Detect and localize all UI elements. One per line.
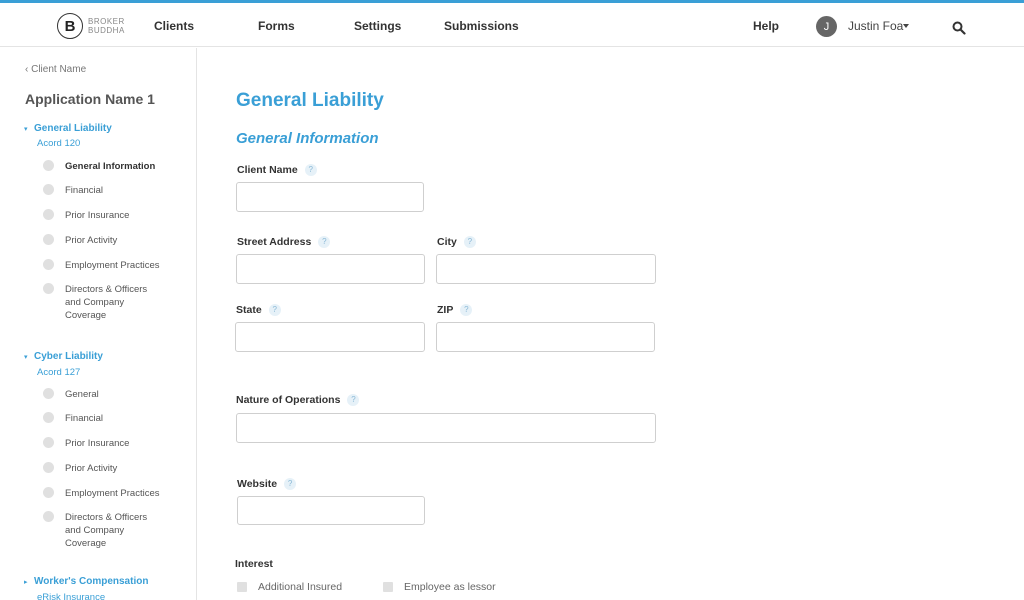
state-label: State ? <box>236 304 281 316</box>
step-status-icon <box>43 209 54 220</box>
step-status-icon <box>43 511 54 522</box>
nav-settings[interactable]: Settings <box>354 19 401 33</box>
sidebar-section-workers-compensation[interactable]: ▸ Worker's Compensation <box>24 576 148 587</box>
sidebar-step[interactable]: Prior Insurance <box>43 209 165 222</box>
checkbox[interactable] <box>237 582 247 592</box>
step-label: Directors & Officers and Company Coverag… <box>65 512 148 549</box>
sidebar-step[interactable]: Financial <box>43 412 165 425</box>
back-link-label: Client Name <box>31 64 87 75</box>
step-label: Prior Activity <box>65 463 118 474</box>
help-icon[interactable]: ? <box>347 394 360 406</box>
nav-help[interactable]: Help <box>753 19 779 33</box>
sidebar-step[interactable]: Prior Activity <box>43 462 165 475</box>
zip-field[interactable] <box>436 322 655 352</box>
nav-submissions[interactable]: Submissions <box>444 19 519 33</box>
section-form-code: Acord 120 <box>37 138 81 149</box>
brand-logo-text: BROKER BUDDHA <box>88 17 125 35</box>
checkbox-label: Additional Insured <box>258 581 343 593</box>
step-label: Prior Activity <box>65 235 118 246</box>
help-icon[interactable]: ? <box>304 164 317 176</box>
sidebar-step[interactable]: Directors & Officers and Company Coverag… <box>43 283 165 322</box>
step-status-icon <box>43 259 54 270</box>
chevron-down-icon[interactable] <box>903 24 909 28</box>
section-form-code: eRisk Insurance <box>37 592 106 600</box>
interest-employee-as-lessor[interactable]: Employee as lessor <box>383 581 496 593</box>
help-icon[interactable]: ? <box>268 304 281 316</box>
nav-clients[interactable]: Clients <box>154 19 194 33</box>
sidebar-step[interactable]: Employment Practices <box>43 259 165 272</box>
sidebar-section-general-liability[interactable]: ▾ General Liability <box>24 123 112 134</box>
collapse-icon: ▾ <box>24 353 28 361</box>
help-icon[interactable]: ? <box>318 236 331 248</box>
sidebar: ‹ Client Name Application Name 1 ▾ Gener… <box>0 48 197 600</box>
state-field[interactable] <box>235 322 425 352</box>
user-name[interactable]: Justin Foa <box>848 19 903 33</box>
zip-label: ZIP ? <box>437 304 473 316</box>
step-label: Financial <box>65 185 104 196</box>
step-label: Directors & Officers and Company Coverag… <box>65 284 148 321</box>
step-label: General <box>65 389 99 400</box>
help-icon[interactable]: ? <box>284 478 297 490</box>
brand-logo-mark: B <box>57 13 83 39</box>
search-icon[interactable] <box>952 21 966 35</box>
step-label: General Information <box>65 161 156 172</box>
help-icon[interactable]: ? <box>460 304 473 316</box>
step-status-icon <box>43 388 54 399</box>
section-title-label: Cyber Liability <box>34 351 103 362</box>
city-label: City ? <box>437 236 476 248</box>
step-status-icon <box>43 184 54 195</box>
step-status-icon <box>43 437 54 448</box>
checkbox[interactable] <box>383 582 393 592</box>
step-status-icon <box>43 283 54 294</box>
back-link[interactable]: ‹ Client Name <box>25 64 86 75</box>
client-name-label: Client Name ? <box>237 164 317 176</box>
website-field[interactable] <box>237 496 425 525</box>
nature-of-operations-field[interactable] <box>236 413 656 443</box>
help-icon[interactable]: ? <box>463 236 476 248</box>
application-name: Application Name 1 <box>25 91 155 107</box>
street-address-field[interactable] <box>236 254 425 284</box>
sidebar-step[interactable]: Directors & Officers and Company Coverag… <box>43 511 165 550</box>
interest-label: Interest <box>235 558 273 570</box>
city-field[interactable] <box>436 254 656 284</box>
nature-of-operations-label: Nature of Operations ? <box>236 394 360 406</box>
website-label: Website ? <box>237 478 297 490</box>
sidebar-step[interactable]: Financial <box>43 184 165 197</box>
client-name-field[interactable] <box>236 182 424 212</box>
section-title-label: General Liability <box>34 123 112 134</box>
section-title-label: Worker's Compensation <box>34 576 149 587</box>
checkbox-label: Employee as lessor <box>404 581 496 593</box>
avatar[interactable]: J <box>816 16 837 37</box>
step-label: Prior Insurance <box>65 438 130 449</box>
step-status-icon <box>43 412 54 423</box>
street-address-label: Street Address ? <box>237 236 331 248</box>
step-label: Prior Insurance <box>65 210 130 221</box>
sidebar-step[interactable]: General Information <box>43 160 165 173</box>
page-title: General Liability <box>236 90 384 111</box>
sidebar-step[interactable]: Prior Activity <box>43 234 165 247</box>
sidebar-section-cyber-liability[interactable]: ▾ Cyber Liability <box>24 351 103 362</box>
interest-additional-insured[interactable]: Additional Insured <box>237 581 342 593</box>
collapse-icon: ▾ <box>24 125 28 133</box>
step-label: Employment Practices <box>65 488 160 499</box>
step-label: Employment Practices <box>65 260 160 271</box>
step-status-icon <box>43 234 54 245</box>
sidebar-step[interactable]: Prior Insurance <box>43 437 165 450</box>
brand-logo[interactable]: B BROKER BUDDHA <box>57 13 125 39</box>
nav-forms[interactable]: Forms <box>258 19 295 33</box>
expand-icon: ▸ <box>24 578 28 586</box>
sidebar-step[interactable]: Employment Practices <box>43 487 165 500</box>
section-form-code: Acord 127 <box>37 367 81 378</box>
step-status-icon <box>43 462 54 473</box>
top-navigation: B BROKER BUDDHA Clients Forms Settings S… <box>0 3 1024 47</box>
section-heading: General Information <box>236 130 379 147</box>
step-status-icon <box>43 487 54 498</box>
sidebar-step[interactable]: General <box>43 388 165 401</box>
step-label: Financial <box>65 413 104 424</box>
step-status-icon <box>43 160 54 171</box>
